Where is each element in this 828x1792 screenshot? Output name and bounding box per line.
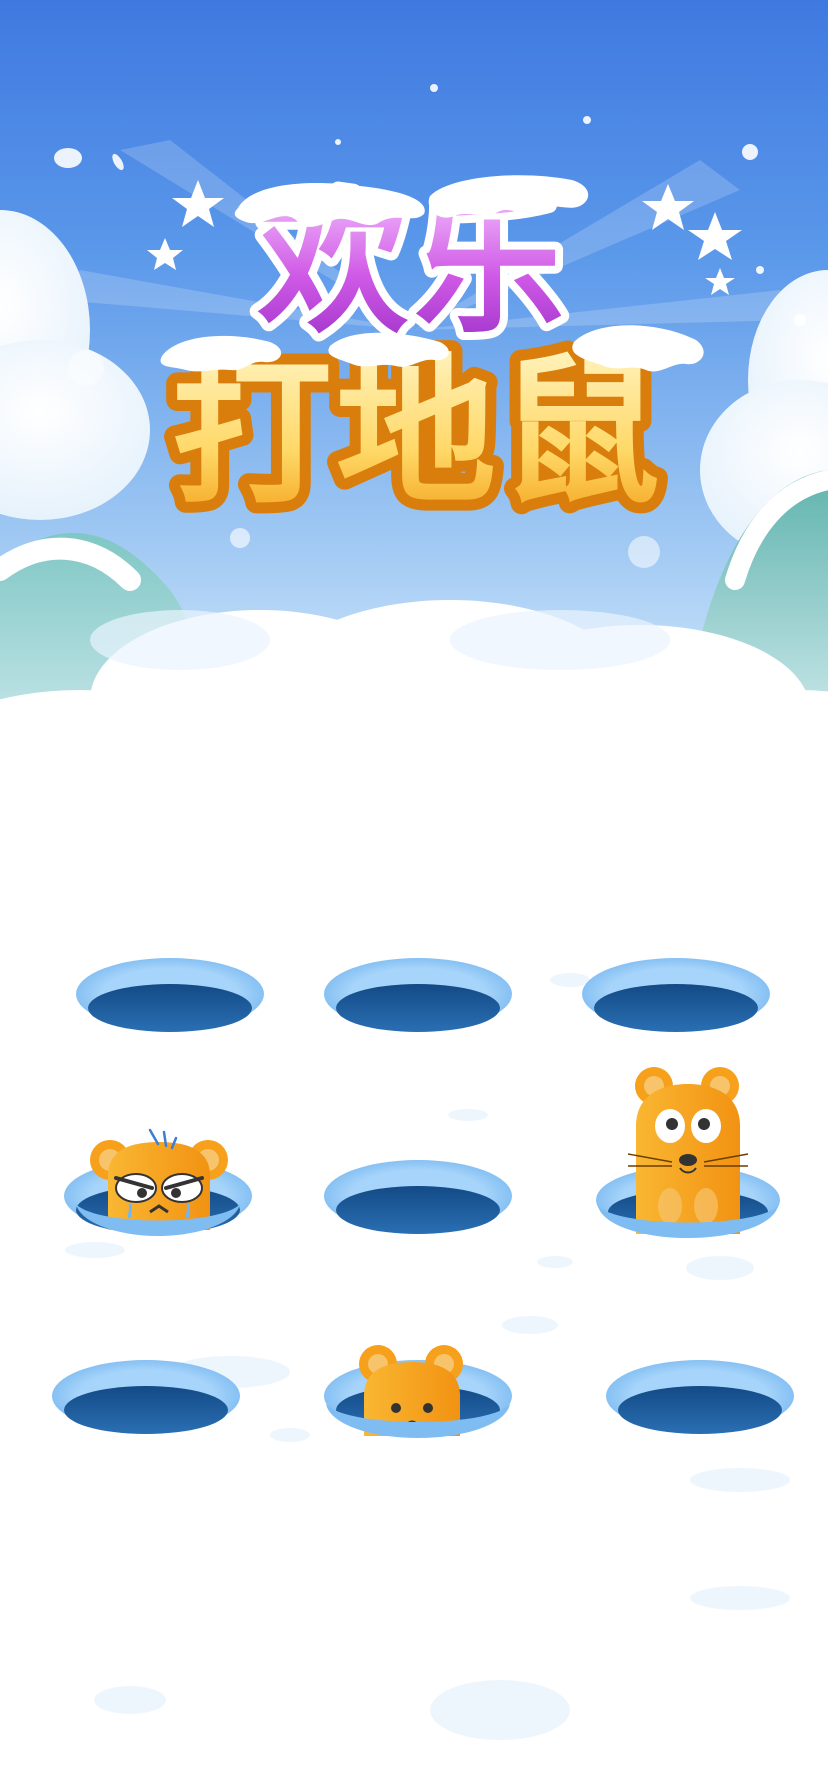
hole-r2-c2[interactable] (324, 1160, 512, 1234)
hole-r1-c3[interactable] (582, 958, 770, 1032)
game-stage: 欢乐 打地鼠 (0, 0, 828, 1792)
hole-r1-c1[interactable] (76, 958, 264, 1032)
hole-r3-c3[interactable] (606, 1360, 794, 1434)
mole-hit[interactable] (90, 1128, 228, 1230)
hole-r3-c1[interactable] (52, 1360, 240, 1434)
hole-r1-c2[interactable] (324, 958, 512, 1032)
mole-up[interactable] (627, 1067, 749, 1234)
game-board (52, 958, 794, 1438)
